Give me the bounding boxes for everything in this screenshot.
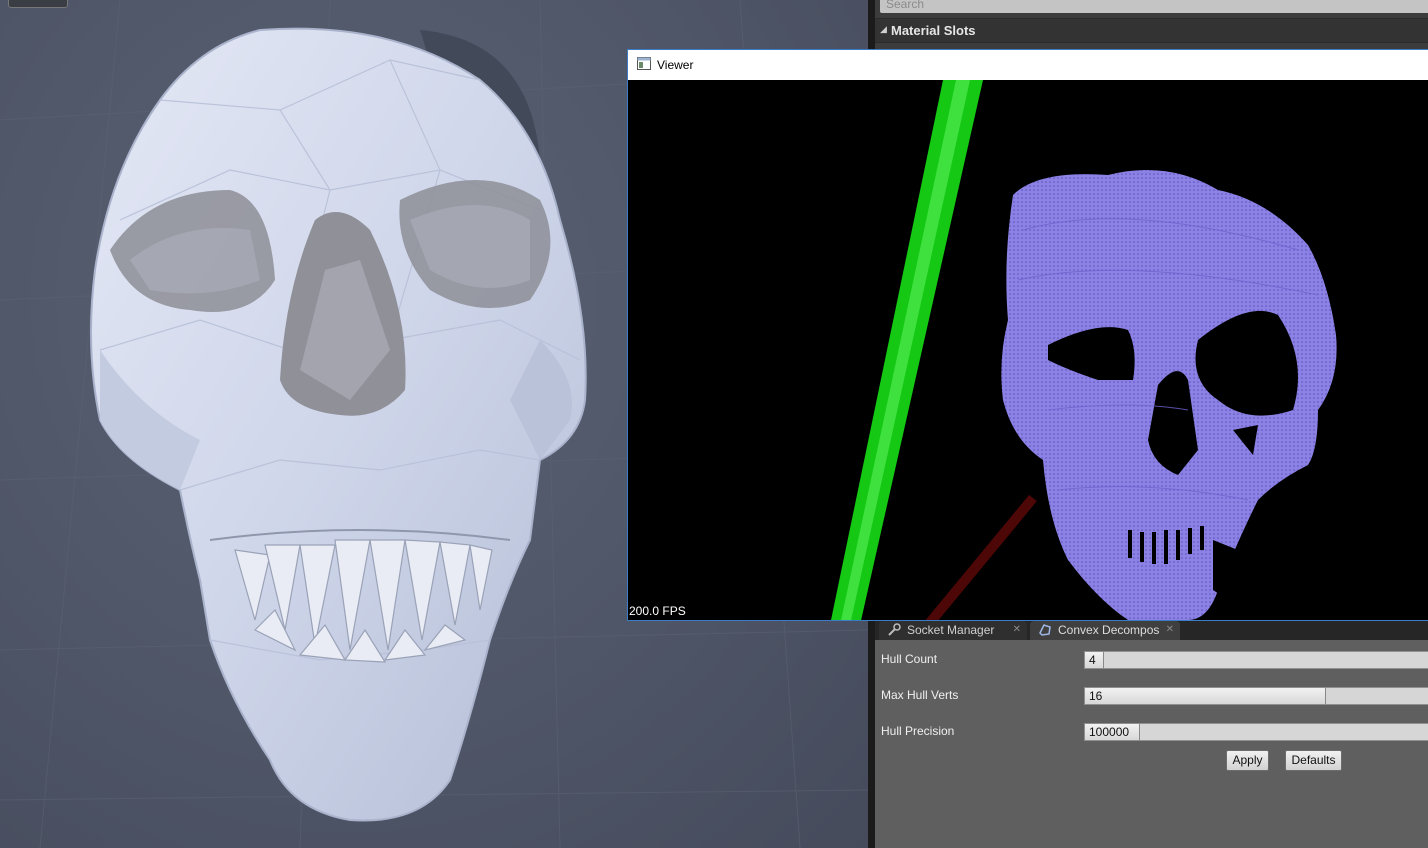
material-slots-section-header[interactable]: ◢ Material Slots	[875, 18, 1428, 43]
tab-label: Socket Manager	[907, 623, 995, 637]
apply-button[interactable]: Apply	[1226, 750, 1269, 771]
collapse-arrow-icon[interactable]: ◢	[880, 24, 887, 35]
defaults-button[interactable]: Defaults	[1285, 750, 1342, 771]
slider-fill	[1085, 688, 1326, 704]
close-icon[interactable]: ✕	[1166, 621, 1174, 639]
tab-label: Convex Decompos	[1058, 623, 1160, 637]
viewer-window[interactable]: Viewer 200.0 FPS	[627, 49, 1428, 621]
close-icon[interactable]: ✕	[1013, 621, 1021, 639]
pointcloud-render	[831, 80, 1337, 620]
hull-precision-label: Hull Precision	[881, 724, 955, 738]
viewer-title: Viewer	[657, 58, 694, 72]
pointcloud-canvas[interactable]: 200.0 FPS	[628, 80, 1428, 620]
hull-count-label: Hull Count	[881, 652, 938, 666]
max-hull-verts-label: Max Hull Verts	[881, 688, 959, 702]
hull-count-slider[interactable]: 4	[1084, 651, 1428, 669]
material-slots-title: Material Slots	[891, 23, 976, 38]
max-hull-verts-value: 16	[1089, 689, 1103, 703]
viewport-options-button[interactable]	[8, 0, 68, 8]
max-hull-verts-slider[interactable]: 16	[1084, 687, 1428, 705]
socket-icon	[888, 623, 901, 636]
tab-convex-decomposition[interactable]: Convex Decompos ✕	[1030, 621, 1180, 640]
window-icon	[637, 57, 651, 70]
skull-pointcloud	[1001, 170, 1337, 620]
red-axis	[925, 494, 1037, 620]
hull-precision-value: 100000	[1089, 725, 1130, 739]
hull-count-value: 4	[1089, 653, 1096, 667]
convex-icon	[1039, 624, 1051, 636]
tool-tab-bar: Socket Manager ✕ Convex Decompos ✕	[875, 620, 1428, 640]
skull-mesh	[90, 27, 587, 822]
details-search-input[interactable]: Search	[880, 0, 1428, 13]
fps-counter: 200.0 FPS	[629, 604, 686, 618]
axis-highlight	[841, 80, 970, 620]
viewer-titlebar[interactable]: Viewer	[628, 50, 1428, 80]
convex-decomposition-panel: Hull Count 4 Max Hull Verts 16 Hull Prec…	[875, 640, 1428, 848]
hull-precision-slider[interactable]: 100000	[1084, 723, 1428, 741]
tab-socket-manager[interactable]: Socket Manager ✕	[879, 621, 1027, 640]
